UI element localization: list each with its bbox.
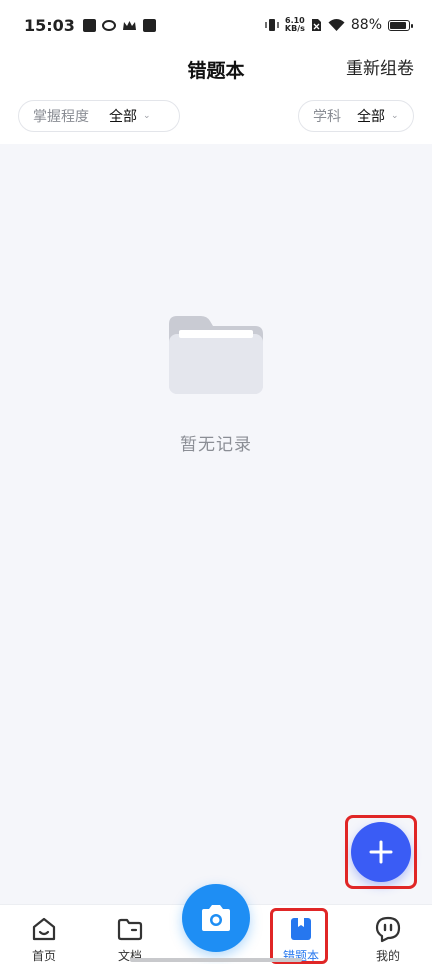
vibrate-icon — [265, 19, 279, 31]
status-bar: 15:03 6.10 KB/s 88% — [0, 0, 432, 50]
add-button[interactable] — [351, 822, 411, 882]
sync-app-icon — [101, 19, 116, 31]
subject-filter-dropdown[interactable]: 学科 全部 ⌄ — [298, 100, 414, 132]
mastery-filter-value: 全部 — [109, 109, 137, 125]
header: 错题本 重新组卷 — [0, 50, 432, 88]
crown-icon — [122, 20, 136, 30]
no-sim-icon — [311, 19, 321, 31]
status-right: 6.10 KB/s 88% — [265, 17, 413, 33]
nav-label-home: 首页 — [31, 949, 56, 963]
mastery-filter-dropdown[interactable]: 掌握程度 全部 ⌄ — [18, 100, 180, 132]
battery-percent: 88% — [350, 17, 382, 33]
camera-button[interactable] — [182, 884, 250, 952]
empty-state: 暂无记录 — [0, 314, 432, 455]
mastery-filter-label: 掌握程度 — [33, 109, 89, 125]
filter-bar: 掌握程度 全部 ⌄ 学科 全部 ⌄ — [0, 88, 432, 144]
camera-icon — [202, 905, 230, 931]
nav-item-documents[interactable]: 文档 — [100, 915, 160, 964]
nav-item-profile[interactable]: 我的 — [358, 915, 418, 964]
status-time: 15:03 — [24, 15, 75, 35]
subject-filter-value: 全部 — [357, 109, 385, 125]
content-area: 暂无记录 — [0, 144, 432, 904]
chevron-down-icon: ⌄ — [143, 111, 151, 121]
regroup-button[interactable]: 重新组卷 — [346, 54, 414, 79]
nav-label-profile: 我的 — [375, 949, 400, 963]
wifi-icon — [328, 18, 345, 31]
video-app-icon — [82, 18, 96, 32]
chat-face-icon — [375, 916, 401, 943]
message-app-icon — [142, 18, 156, 32]
folder-icon — [169, 316, 263, 394]
nav-item-mistake-book[interactable]: 错题本 — [271, 915, 331, 964]
home-icon — [32, 917, 56, 941]
subject-filter-label: 学科 — [313, 109, 341, 125]
status-left: 15:03 — [24, 16, 156, 35]
folder-icon — [117, 918, 143, 941]
chevron-down-icon: ⌄ — [391, 111, 399, 121]
page-title: 错题本 — [187, 59, 245, 82]
home-indicator — [130, 958, 302, 962]
bookmark-book-icon — [291, 918, 311, 940]
net-speed: 6.10 KB/s — [285, 17, 305, 33]
battery-icon — [388, 19, 413, 31]
net-speed-unit: KB/s — [284, 24, 305, 33]
nav-item-home[interactable]: 首页 — [14, 915, 74, 964]
plus-icon — [369, 840, 393, 864]
empty-state-text: 暂无记录 — [180, 435, 252, 455]
